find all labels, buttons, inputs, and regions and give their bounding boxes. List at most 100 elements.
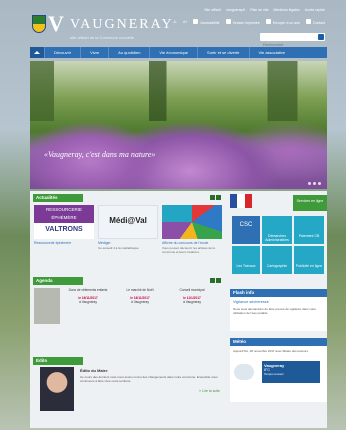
print-label: Version imprimée <box>232 21 260 25</box>
french-flag-icon <box>230 194 252 208</box>
tile-csc-label: CSC <box>239 222 253 228</box>
prev-arrow-icon[interactable] <box>210 278 215 283</box>
tile-publicite[interactable]: Publicité en ligne <box>294 246 324 274</box>
toplink-quick[interactable]: Accès rapide <box>305 8 325 12</box>
meteo-widget[interactable]: Vaugneray 8°C Temps couvert <box>262 361 320 383</box>
toplink-legal[interactable]: Mentions légales <box>274 8 300 12</box>
contact-icon <box>305 19 311 24</box>
agenda-arrows <box>210 278 221 283</box>
print-icon <box>225 19 231 24</box>
news-title[interactable]: Ressourcerie éphémère <box>34 241 94 245</box>
tile-travaux[interactable]: Les Travaux <box>232 246 260 274</box>
nav-item-vivre[interactable]: Vivre <box>80 47 108 58</box>
news-card[interactable]: RESSOURCERIE ÉPHÉMÈRE VALTRONS Ressource… <box>34 205 94 245</box>
home-icon <box>34 51 40 54</box>
tile-paiement[interactable]: Paiement CB <box>294 216 324 244</box>
actualites-heading: Actualités <box>33 194 83 202</box>
flash-info-title[interactable]: Vigilance sécheresse <box>233 300 324 304</box>
header: V VAUGNERAY site officiel de la Commune … <box>30 5 327 49</box>
agenda-event-place: à Vaugneray <box>79 300 97 304</box>
hero-trees <box>30 61 327 121</box>
carousel-dot[interactable] <box>318 182 321 185</box>
accessibility-icon <box>193 19 199 24</box>
news-image-brand: VALTRONS <box>45 226 83 233</box>
prev-arrow-icon[interactable] <box>210 195 215 200</box>
edito-heading: Édito <box>33 357 83 365</box>
nav-item-quotidien[interactable]: Au quotidien <box>108 47 149 58</box>
meteo-condition: Temps couvert <box>264 372 284 376</box>
nav-item-sortir[interactable]: Sortir et se divertir <box>197 47 248 58</box>
agenda-event-name: Le marché de Noël <box>126 288 154 292</box>
main-nav: Découvrir Vivre Au quotidien Vie économi… <box>30 47 327 58</box>
news-image-line2: ÉPHÉMÈRE <box>51 215 77 220</box>
accessibility-link[interactable]: Accessibilité <box>193 19 220 25</box>
search-icon[interactable] <box>318 34 324 40</box>
coat-of-arms-icon[interactable] <box>32 15 46 33</box>
top-links: Site officiel vaugneray.fr Plan du site … <box>200 8 325 12</box>
actualites-arrows <box>210 195 221 200</box>
edito-text: Ce cours des derniers mois nous avons co… <box>80 375 218 383</box>
news-card[interactable]: Affiche du concours de l'école Vous pouv… <box>162 205 222 254</box>
search-box <box>260 33 325 49</box>
print-link[interactable]: Version imprimée <box>225 19 260 25</box>
edito-read-more[interactable]: » Lire la suite <box>80 389 220 393</box>
news-title[interactable]: Médiger <box>98 241 158 245</box>
meteo-box: Aujourd'hui, 18 novembre 2017 avec Météo… <box>230 346 327 402</box>
share-link[interactable]: Envoyer à un ami <box>265 19 300 25</box>
meteo-text: Aujourd'hui, 18 novembre 2017 avec Météo… <box>233 349 308 353</box>
share-label: Envoyer à un ami <box>272 21 300 25</box>
page-frame: V VAUGNERAY site officiel de la Commune … <box>30 5 327 428</box>
site-subtitle: site officiel de la Commune nouvelle <box>70 35 134 40</box>
news-image <box>162 205 222 239</box>
flash-info-heading: Flash info <box>230 289 327 297</box>
toplink-sitemap[interactable]: Plan du site <box>250 8 268 12</box>
agenda-event-place: à Vaugneray <box>131 300 149 304</box>
site-title[interactable]: VAUGNERAY <box>70 17 174 33</box>
contact-label: Contact <box>312 21 325 25</box>
agenda-event[interactable]: Dons de vêtements enfants le 16/11/2017 … <box>64 288 112 304</box>
carousel-dot[interactable] <box>308 182 311 185</box>
news-image: RESSOURCERIE ÉPHÉMÈRE VALTRONS <box>34 205 94 239</box>
font-larger-button[interactable]: A+ <box>183 20 187 24</box>
news-card[interactable]: Médi@Val Médiger Ce samedi 4 à la médiat… <box>98 205 158 250</box>
flash-info-text: Nous vous demandons de faire preuve de v… <box>233 307 317 315</box>
meteo-heading: Météo <box>230 338 327 346</box>
hero-caption: «Vaugneray, c'est dans ma nature» <box>44 150 156 159</box>
toplink-domain[interactable]: vaugneray.fr <box>226 8 245 12</box>
next-arrow-icon[interactable] <box>216 278 221 283</box>
tool-row: A- A+ Accessibilité Version imprimée Env… <box>173 19 325 25</box>
home-button[interactable] <box>30 47 44 58</box>
font-smaller-button[interactable]: A- <box>173 20 177 24</box>
agenda-heading: Agenda <box>33 277 83 285</box>
tile-cartographie[interactable]: Cartographie <box>262 246 292 274</box>
agenda-event-name: Conseil municipal <box>179 288 205 292</box>
flash-info-box: Vigilance sécheresse Nous vous demandons… <box>230 297 327 331</box>
accessibility-label: Accessibilité <box>200 21 220 25</box>
next-arrow-icon[interactable] <box>216 195 221 200</box>
edito-title: Édito du Maire <box>80 368 108 373</box>
agenda-event[interactable]: Conseil municipal le 11/1/2017 à Vaugner… <box>168 288 216 304</box>
news-image: Médi@Val <box>98 205 158 239</box>
agenda-event-name: Dons de vêtements enfants <box>68 288 108 292</box>
logo-v-icon[interactable]: V <box>48 13 68 35</box>
carousel-dots <box>308 182 321 185</box>
news-desc: Vous pouvez découvrir les artistes de la… <box>162 246 215 254</box>
news-image-line1: RESSOURCERIE <box>45 207 82 212</box>
hero-banner[interactable]: «Vaugneray, c'est dans ma nature» <box>30 61 327 189</box>
mayor-photo <box>40 367 74 411</box>
news-title[interactable]: Affiche du concours de l'école <box>162 241 222 245</box>
cloud-icon <box>234 364 254 380</box>
nav-item-associative[interactable]: Vie associative <box>248 47 295 58</box>
nav-item-economie[interactable]: Vie économique <box>149 47 197 58</box>
tile-demarches[interactable]: Démarches Administratives <box>262 216 292 244</box>
contact-link[interactable]: Contact <box>305 19 325 25</box>
tile-csc[interactable]: CSC <box>232 216 260 244</box>
edito-body: Édito du Maire Ce cours des derniers moi… <box>80 368 220 393</box>
toplink-official[interactable]: Site officiel <box>204 8 221 12</box>
agenda-calendar-icon <box>34 288 60 324</box>
agenda-event[interactable]: Le marché de Noël le 16/11/2017 à Vaugne… <box>116 288 164 304</box>
carousel-dot[interactable] <box>313 182 316 185</box>
services-en-ligne-button[interactable]: Services en ligne <box>293 195 327 211</box>
mail-icon <box>265 19 271 24</box>
nav-item-decouvrir[interactable]: Découvrir <box>44 47 80 58</box>
